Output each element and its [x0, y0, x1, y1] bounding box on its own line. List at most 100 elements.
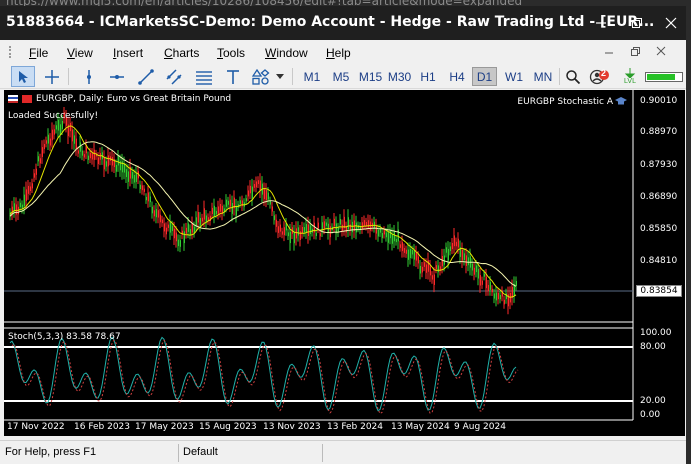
candle-body: [267, 192, 269, 200]
fibonacci-icon: [196, 70, 212, 85]
timeframe-h4[interactable]: H4: [443, 67, 471, 86]
shapes-tool-button[interactable]: [249, 66, 273, 87]
toolbar: M1 M5 M15 M30 H1 H4 D1 W1 MN 2 LVL: [0, 64, 686, 89]
timeframe-m1[interactable]: M1: [298, 67, 326, 86]
candle-body: [403, 247, 405, 253]
inner-restore-button[interactable]: [628, 44, 642, 58]
algo-trading-button[interactable]: LVL: [619, 66, 641, 87]
cursor-tool-button[interactable]: [11, 66, 35, 87]
candle-body: [245, 198, 247, 202]
horizontal-line-tool-button[interactable]: [105, 66, 129, 87]
menu-view[interactable]: View: [67, 46, 93, 60]
channel-icon: [166, 68, 182, 85]
notification-badge: 2: [601, 68, 607, 78]
candle-body: [461, 249, 463, 261]
candle-body: [41, 147, 43, 157]
shapes-dropdown-button[interactable]: [274, 66, 286, 87]
candle-body: [163, 223, 165, 232]
menu-charts[interactable]: Charts: [164, 46, 199, 60]
candle-body: [69, 122, 71, 132]
chart-window[interactable]: EURGBP, Daily: Euro vs Great Britain Pou…: [4, 90, 685, 436]
algo-trading-label: LVL: [624, 77, 636, 85]
account-button[interactable]: 2: [588, 66, 612, 87]
menu-window[interactable]: Window: [265, 46, 308, 60]
algo-trading-icon: [624, 67, 636, 78]
date-axis-label: 17 May 2023: [135, 422, 194, 432]
date-axis-label: 15 Aug 2023: [199, 422, 257, 432]
candle-body: [289, 231, 291, 244]
candle-body: [495, 292, 497, 301]
menu-file[interactable]: File: [29, 46, 48, 60]
candle-body: [303, 227, 305, 233]
chart-canvas[interactable]: [4, 90, 685, 436]
candle-body: [373, 221, 375, 228]
menu-insert[interactable]: Insert: [113, 46, 143, 60]
status-message: Loaded Succesfully!: [8, 111, 99, 121]
candle-body: [385, 232, 387, 238]
candle-body: [483, 273, 485, 277]
inner-close-button[interactable]: [654, 44, 668, 58]
candle-body: [189, 229, 191, 235]
minimize-button[interactable]: [584, 6, 618, 40]
timeframe-d1[interactable]: D1: [472, 67, 497, 86]
inner-minimize-button[interactable]: [602, 44, 616, 58]
candle-body: [47, 134, 49, 144]
candle-body: [235, 205, 237, 216]
candle-body: [375, 225, 377, 234]
horizontal-line-icon: [110, 74, 124, 79]
menu-tools[interactable]: Tools: [217, 46, 245, 60]
candle-body: [107, 155, 109, 167]
candle-body: [171, 225, 173, 232]
maximize-button[interactable]: [620, 6, 654, 40]
inner-minimize-icon: [605, 52, 613, 54]
candle-body: [297, 227, 299, 236]
candle-body: [31, 183, 33, 189]
timeframe-w1[interactable]: W1: [500, 67, 528, 86]
channel-tool-button[interactable]: [162, 66, 186, 87]
status-profile[interactable]: Default: [183, 446, 218, 458]
text-tool-button[interactable]: [221, 66, 245, 87]
candle-body: [299, 231, 301, 240]
candle-body: [203, 208, 205, 220]
timeframe-m30[interactable]: M30: [385, 67, 414, 86]
candle-body: [265, 190, 267, 201]
candle-body: [475, 265, 477, 273]
timeframe-h1[interactable]: H1: [414, 67, 442, 86]
vertical-line-tool-button[interactable]: [77, 66, 101, 87]
candle-body: [399, 244, 401, 248]
date-axis-label: 17 Nov 2022: [7, 422, 65, 432]
candle-body: [127, 171, 129, 182]
candle-body: [415, 251, 417, 261]
menu-bar: File View Insert Charts Tools Window Hel…: [0, 40, 686, 64]
close-button[interactable]: [654, 6, 688, 40]
candle-body: [323, 221, 325, 229]
candle-body: [471, 263, 473, 271]
search-icon: [566, 69, 581, 84]
candle-body: [347, 217, 349, 230]
timeframe-m5[interactable]: M5: [327, 67, 355, 86]
search-button[interactable]: [562, 66, 584, 87]
account-icon: [589, 69, 609, 84]
title-bar: 51883664 - ICMarketsSC-Demo: Demo Accoun…: [0, 6, 686, 40]
candle-body: [383, 230, 385, 235]
stoch-axis-label: 0.00: [640, 410, 661, 420]
timeframe-mn[interactable]: MN: [529, 67, 557, 86]
menu-grip-icon: [9, 46, 15, 58]
candle-body: [49, 138, 51, 146]
crosshair-tool-button[interactable]: [40, 66, 64, 87]
fibonacci-tool-button[interactable]: [192, 66, 216, 87]
window-edge: [686, 0, 691, 464]
candle-body: [319, 233, 321, 237]
date-axis-label: 13 Feb 2024: [327, 422, 384, 432]
candle-body: [489, 281, 491, 290]
menu-help[interactable]: Help: [326, 46, 351, 60]
timeframe-m15[interactable]: M15: [356, 67, 385, 86]
candle-body: [473, 267, 475, 275]
current-price-label: 0.83854: [636, 285, 682, 297]
trendline-tool-button[interactable]: [134, 66, 158, 87]
candle-body: [89, 152, 91, 159]
candle-body: [467, 257, 469, 266]
candle-body: [487, 284, 489, 291]
chart-symbol-title: EURGBP, Daily: Euro vs Great Britain Pou…: [36, 94, 232, 104]
candle-body: [159, 214, 161, 223]
